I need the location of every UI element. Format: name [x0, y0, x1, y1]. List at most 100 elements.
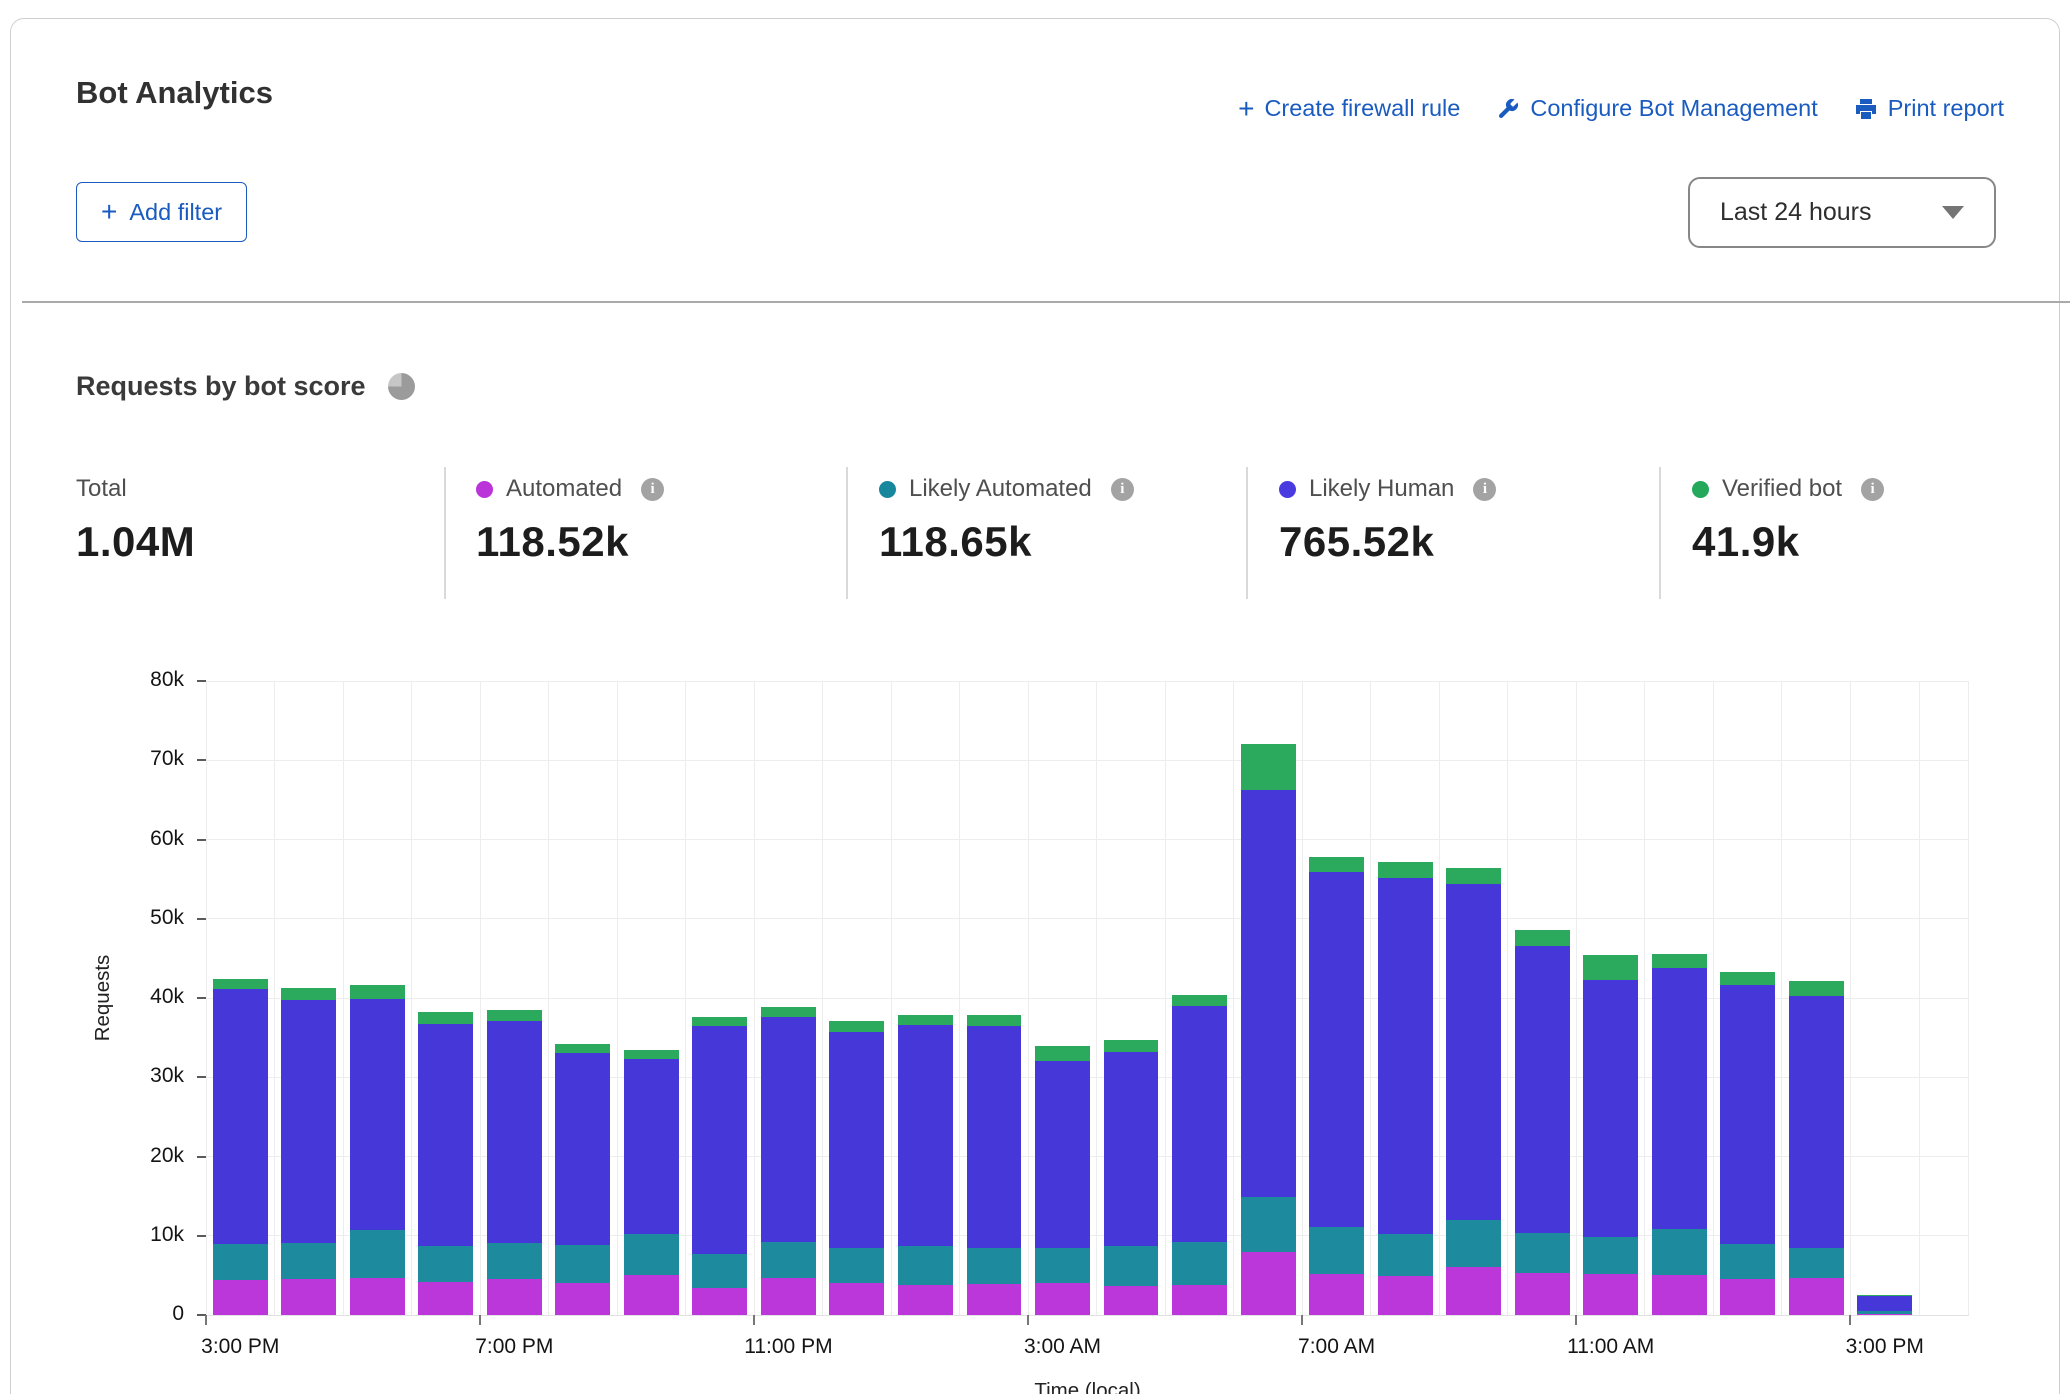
bar-segment-automated[interactable] [829, 1283, 884, 1315]
bar-segment-automated[interactable] [555, 1283, 610, 1315]
bar-segment-automated[interactable] [898, 1285, 953, 1315]
bar-segment-likely-human[interactable] [1035, 1061, 1090, 1247]
bar-segment-automated[interactable] [1172, 1285, 1227, 1315]
create-firewall-rule-link[interactable]: + Create firewall rule [1238, 95, 1460, 122]
bar-segment-likely-human[interactable] [281, 1000, 336, 1243]
bar-segment-automated[interactable] [213, 1280, 268, 1315]
bar-segment-verified-bot[interactable] [1378, 862, 1433, 878]
bar-segment-likely-automated[interactable] [487, 1243, 542, 1279]
bar-segment-verified-bot[interactable] [213, 979, 268, 989]
bar-segment-likely-automated[interactable] [967, 1248, 1022, 1284]
bar-segment-likely-automated[interactable] [898, 1246, 953, 1285]
bar-segment-likely-automated[interactable] [555, 1245, 610, 1283]
bar-segment-automated[interactable] [1515, 1273, 1570, 1315]
bar-segment-likely-automated[interactable] [1720, 1244, 1775, 1279]
bar-segment-automated[interactable] [761, 1278, 816, 1315]
bar-segment-likely-human[interactable] [1446, 884, 1501, 1220]
bar-segment-automated[interactable] [1241, 1252, 1296, 1315]
bar-segment-likely-automated[interactable] [624, 1234, 679, 1274]
bar-segment-automated[interactable] [624, 1275, 679, 1315]
bar-segment-automated[interactable] [1446, 1267, 1501, 1315]
bar-segment-likely-automated[interactable] [213, 1244, 268, 1280]
bar-segment-likely-human[interactable] [1789, 996, 1844, 1248]
bar-segment-likely-automated[interactable] [1652, 1229, 1707, 1274]
bar-segment-verified-bot[interactable] [1652, 954, 1707, 968]
bar-segment-likely-automated[interactable] [1446, 1220, 1501, 1268]
bar-segment-automated[interactable] [1309, 1274, 1364, 1315]
bar-segment-automated[interactable] [1652, 1275, 1707, 1315]
bar-segment-likely-automated[interactable] [1583, 1237, 1638, 1274]
bar-segment-automated[interactable] [281, 1279, 336, 1315]
bar-segment-verified-bot[interactable] [692, 1017, 747, 1026]
bar-segment-automated[interactable] [1857, 1314, 1912, 1315]
bar-segment-verified-bot[interactable] [1720, 972, 1775, 985]
bar-segment-likely-automated[interactable] [761, 1242, 816, 1278]
bar-segment-likely-human[interactable] [1104, 1052, 1159, 1246]
bar-segment-verified-bot[interactable] [281, 988, 336, 1000]
bar-segment-likely-human[interactable] [418, 1024, 473, 1246]
bar-segment-automated[interactable] [1789, 1278, 1844, 1315]
bar-segment-verified-bot[interactable] [1104, 1040, 1159, 1052]
bar-segment-verified-bot[interactable] [418, 1012, 473, 1024]
bar-segment-likely-automated[interactable] [1515, 1233, 1570, 1273]
bar-segment-automated[interactable] [350, 1278, 405, 1315]
bar-segment-likely-human[interactable] [692, 1026, 747, 1254]
bar-segment-automated[interactable] [487, 1279, 542, 1315]
bar-segment-likely-human[interactable] [350, 999, 405, 1230]
bar-segment-verified-bot[interactable] [829, 1021, 884, 1032]
bar-segment-verified-bot[interactable] [1515, 930, 1570, 946]
bar-segment-likely-automated[interactable] [692, 1254, 747, 1288]
info-icon[interactable]: i [1473, 478, 1496, 501]
info-icon[interactable]: i [1111, 478, 1134, 501]
bar-segment-likely-human[interactable] [1309, 872, 1364, 1227]
bar-segment-verified-bot[interactable] [624, 1050, 679, 1059]
bar-segment-likely-automated[interactable] [1857, 1311, 1912, 1314]
bar-segment-verified-bot[interactable] [761, 1007, 816, 1017]
bar-segment-verified-bot[interactable] [487, 1010, 542, 1021]
bar-segment-likely-human[interactable] [898, 1025, 953, 1246]
bar-segment-likely-automated[interactable] [1172, 1242, 1227, 1285]
configure-bot-management-link[interactable]: Configure Bot Management [1496, 95, 1817, 122]
bar-segment-verified-bot[interactable] [898, 1015, 953, 1025]
bar-segment-automated[interactable] [1104, 1286, 1159, 1315]
bar-segment-automated[interactable] [1035, 1283, 1090, 1315]
bar-segment-likely-human[interactable] [1857, 1295, 1912, 1311]
bar-segment-likely-human[interactable] [1241, 790, 1296, 1197]
bar-segment-likely-automated[interactable] [1789, 1248, 1844, 1278]
bar-segment-likely-automated[interactable] [281, 1243, 336, 1279]
bar-segment-automated[interactable] [418, 1282, 473, 1315]
bar-segment-verified-bot[interactable] [1789, 981, 1844, 996]
bar-segment-likely-human[interactable] [1652, 968, 1707, 1230]
bar-segment-verified-bot[interactable] [1446, 868, 1501, 884]
bar-segment-likely-human[interactable] [624, 1059, 679, 1234]
bar-segment-likely-human[interactable] [1720, 985, 1775, 1243]
bar-segment-automated[interactable] [1378, 1276, 1433, 1315]
bar-segment-likely-automated[interactable] [1104, 1246, 1159, 1287]
bar-segment-verified-bot[interactable] [1583, 955, 1638, 980]
time-range-select[interactable]: Last 24 hours [1688, 177, 1996, 248]
bar-segment-verified-bot[interactable] [555, 1044, 610, 1054]
bar-segment-automated[interactable] [1720, 1279, 1775, 1315]
bar-segment-likely-automated[interactable] [418, 1246, 473, 1282]
bar-segment-likely-automated[interactable] [829, 1248, 884, 1283]
bar-segment-verified-bot[interactable] [1035, 1046, 1090, 1061]
add-filter-button[interactable]: + Add filter [76, 182, 247, 242]
bar-segment-likely-automated[interactable] [1378, 1234, 1433, 1276]
bar-segment-likely-human[interactable] [829, 1032, 884, 1249]
bar-segment-likely-human[interactable] [487, 1021, 542, 1243]
bar-segment-automated[interactable] [967, 1284, 1022, 1315]
bar-segment-likely-human[interactable] [213, 989, 268, 1244]
bar-segment-likely-automated[interactable] [1309, 1227, 1364, 1274]
bar-segment-likely-automated[interactable] [1241, 1197, 1296, 1252]
bar-segment-automated[interactable] [1583, 1274, 1638, 1315]
print-report-link[interactable]: Print report [1854, 95, 2004, 122]
bar-segment-automated[interactable] [692, 1288, 747, 1315]
bar-segment-verified-bot[interactable] [967, 1015, 1022, 1025]
bar-segment-verified-bot[interactable] [1172, 995, 1227, 1006]
bar-segment-likely-automated[interactable] [1035, 1248, 1090, 1283]
bar-segment-verified-bot[interactable] [350, 985, 405, 999]
bar-segment-likely-automated[interactable] [350, 1230, 405, 1278]
bar-segment-likely-human[interactable] [555, 1053, 610, 1245]
bar-segment-likely-human[interactable] [1583, 980, 1638, 1237]
bar-segment-likely-human[interactable] [1172, 1006, 1227, 1242]
